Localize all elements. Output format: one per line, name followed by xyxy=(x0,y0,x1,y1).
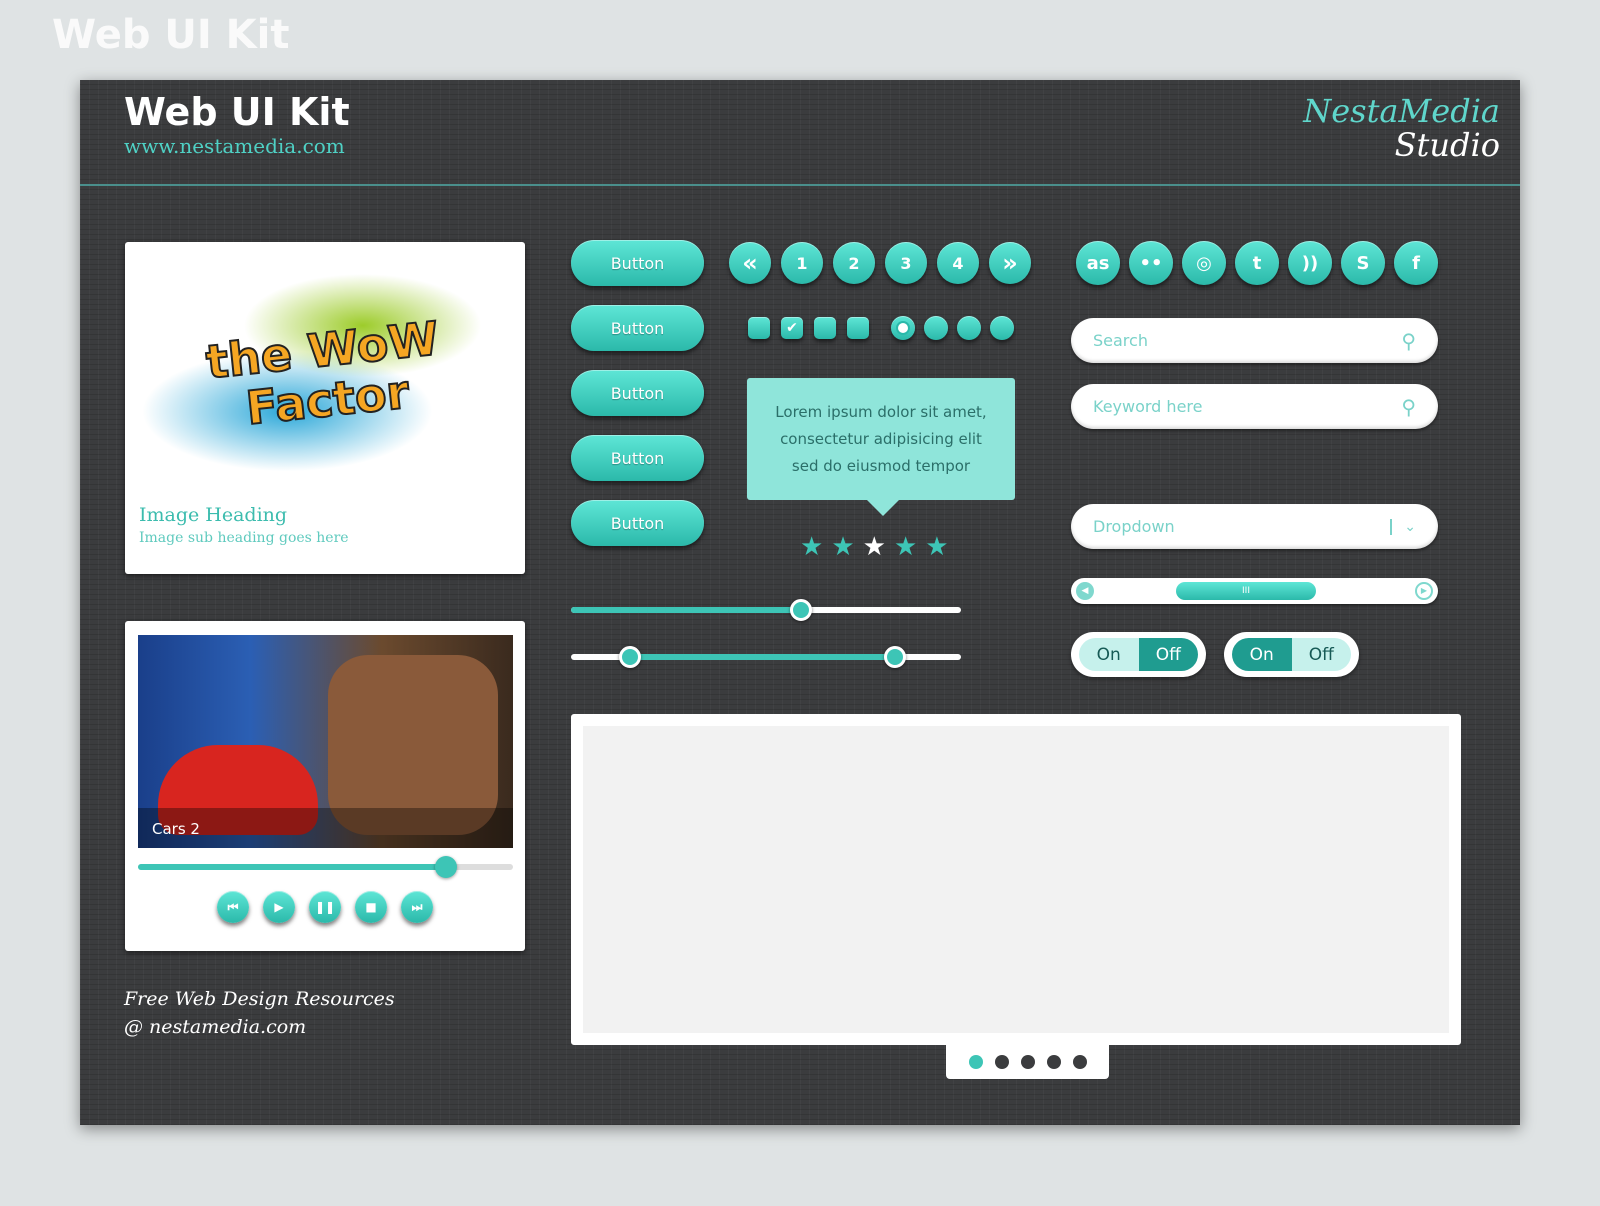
tooltip: Lorem ipsum dolor sit amet, consectetur … xyxy=(747,378,1015,516)
video-progress-bar[interactable] xyxy=(138,856,513,878)
skype-icon[interactable]: S xyxy=(1341,241,1385,285)
ui-kit-panel: Web UI Kit www.nestamedia.com NestaMedia… xyxy=(80,80,1520,1125)
button-5[interactable]: Button xyxy=(571,500,704,546)
button-2[interactable]: Button xyxy=(571,305,704,351)
carousel-dot[interactable] xyxy=(1072,1054,1087,1069)
rss-icon[interactable]: )) xyxy=(1288,241,1332,285)
search-input[interactable]: Search ⚲ xyxy=(1071,318,1438,363)
image-subheading: Image sub heading goes here xyxy=(139,530,349,546)
site-url[interactable]: www.nestamedia.com xyxy=(124,134,345,158)
page-3[interactable]: 3 xyxy=(885,242,927,284)
range-low-handle[interactable] xyxy=(618,646,641,668)
facebook-icon[interactable]: f xyxy=(1394,241,1438,285)
toggle-switch-2[interactable]: On Off xyxy=(1224,632,1359,677)
checkbox-4[interactable] xyxy=(847,317,869,339)
chevron-down-icon: ⌄ xyxy=(1390,518,1416,535)
wow-factor-image: the WoW Factor xyxy=(137,252,513,497)
social-icons: as •• ◎ t)) Sf xyxy=(1076,241,1438,285)
video-player: Cars 2 ⏮ ▶ ❚❚ ■ ⏭ xyxy=(125,621,525,951)
video-progress-handle[interactable] xyxy=(434,856,457,878)
play-button[interactable]: ▶ xyxy=(263,891,295,923)
image-heading: Image Heading xyxy=(139,504,288,526)
page-1[interactable]: 1 xyxy=(781,242,823,284)
star-icon[interactable]: ★ xyxy=(831,532,854,562)
radio-1[interactable] xyxy=(891,316,915,340)
header-divider xyxy=(80,184,1520,186)
carousel-dot[interactable] xyxy=(1046,1054,1061,1069)
range-slider[interactable] xyxy=(571,646,961,668)
search-icon[interactable]: ⚲ xyxy=(1401,329,1416,353)
video-frame[interactable]: Cars 2 xyxy=(138,635,513,848)
slider-handle[interactable] xyxy=(790,599,813,621)
range-high-handle[interactable] xyxy=(883,646,906,668)
search-icon[interactable]: ⚲ xyxy=(1401,395,1416,419)
scroll-right-icon[interactable]: ▶ xyxy=(1415,582,1433,600)
slider[interactable] xyxy=(571,599,961,621)
keyword-input[interactable]: Keyword here ⚲ xyxy=(1071,384,1438,429)
pagination-next[interactable]: » xyxy=(989,242,1031,284)
scroll-thumb[interactable]: III xyxy=(1176,582,1316,600)
star-icon[interactable]: ★ xyxy=(894,532,917,562)
star-rating: ★ ★ ★ ★ ★ xyxy=(800,532,949,562)
button-column: Button Button Button Button Button xyxy=(571,240,704,546)
studio-logo: NestaMedia Studio xyxy=(1303,92,1500,164)
toggle-switch-1[interactable]: On Off xyxy=(1071,632,1206,677)
radio-2[interactable] xyxy=(924,316,948,340)
radio-3[interactable] xyxy=(957,316,981,340)
carousel-dots xyxy=(946,1044,1109,1079)
checkbox-2[interactable]: ✔ xyxy=(781,317,803,339)
twitter-icon[interactable]: t xyxy=(1235,241,1279,285)
tooltip-arrow xyxy=(867,500,899,516)
skip-back-button[interactable]: ⏮ xyxy=(217,891,249,923)
image-art-text: the WoW Factor xyxy=(203,310,443,436)
pause-button[interactable]: ❚❚ xyxy=(309,891,341,923)
content-panel xyxy=(571,714,1461,1045)
dribbble-icon[interactable]: ◎ xyxy=(1182,241,1226,285)
page-4[interactable]: 4 xyxy=(937,242,979,284)
star-icon[interactable]: ★ xyxy=(800,532,823,562)
stop-button[interactable]: ■ xyxy=(355,891,387,923)
horizontal-scrollbar[interactable]: ◀ III ▶ xyxy=(1071,578,1438,604)
scroll-left-icon[interactable]: ◀ xyxy=(1076,582,1094,600)
star-icon[interactable]: ★ xyxy=(925,532,948,562)
footer-credit: Free Web Design Resources @ nestamedia.co… xyxy=(124,988,395,1038)
radio-4[interactable] xyxy=(990,316,1014,340)
button-3[interactable]: Button xyxy=(571,370,704,416)
carousel-dot[interactable] xyxy=(994,1054,1009,1069)
button-4[interactable]: Button xyxy=(571,435,704,481)
star-icon[interactable]: ★ xyxy=(863,532,886,562)
page-2[interactable]: 2 xyxy=(833,242,875,284)
dropdown-select[interactable]: Dropdown ⌄ xyxy=(1071,504,1438,549)
skip-forward-button[interactable]: ⏭ xyxy=(401,891,433,923)
carousel-dot[interactable] xyxy=(968,1054,983,1069)
lastfm-icon[interactable]: as xyxy=(1076,241,1120,285)
image-card: the WoW Factor Image Heading Image sub h… xyxy=(125,242,525,574)
video-caption: Cars 2 xyxy=(152,820,200,838)
tooltip-text: Lorem ipsum dolor sit amet, consectetur … xyxy=(775,402,987,475)
checkbox-1[interactable] xyxy=(748,317,770,339)
radio-group xyxy=(891,316,1014,340)
button-1[interactable]: Button xyxy=(571,240,704,286)
pagination-prev[interactable]: « xyxy=(729,242,771,284)
flickr-icon[interactable]: •• xyxy=(1129,241,1173,285)
carousel-dot[interactable] xyxy=(1020,1054,1035,1069)
pagination: « 1 2 3 4 » xyxy=(729,242,1031,284)
checkbox-3[interactable] xyxy=(814,317,836,339)
background-ghost-title: Web UI Kit xyxy=(52,12,290,58)
checkbox-group: ✔ xyxy=(748,317,869,339)
page-title: Web UI Kit xyxy=(124,90,350,134)
